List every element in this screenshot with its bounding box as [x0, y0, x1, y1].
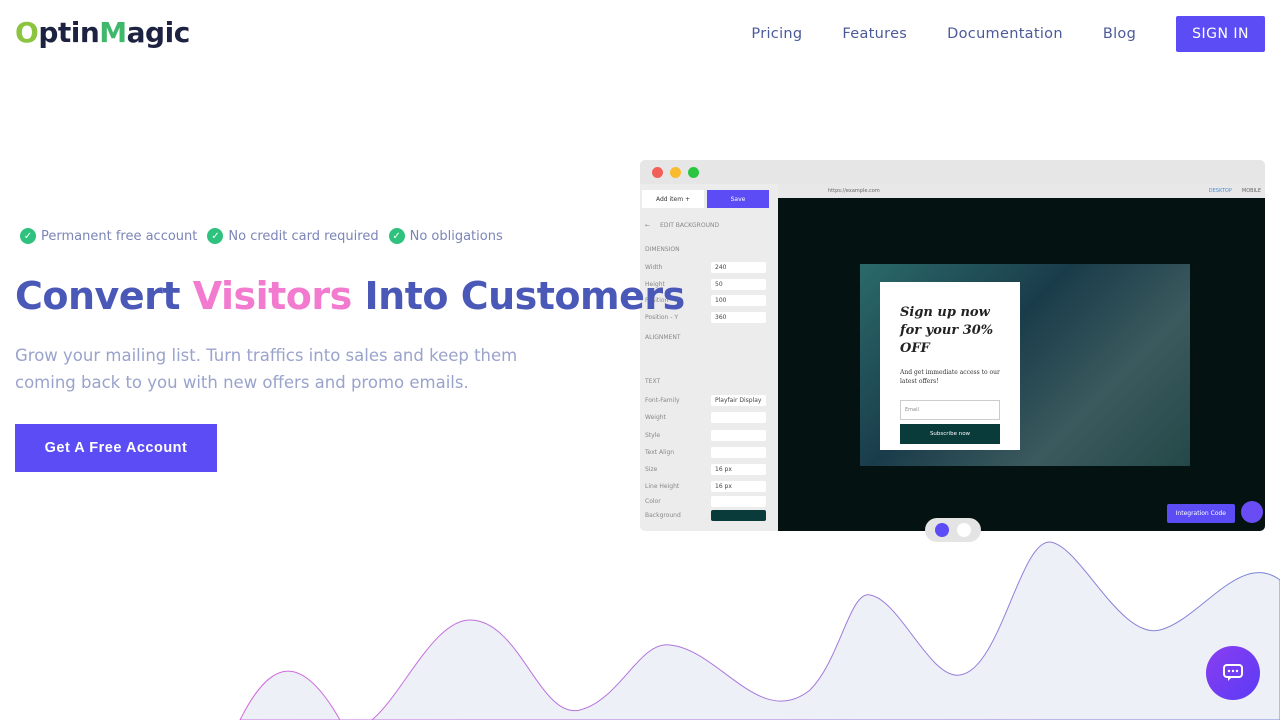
demo-preview: Add item + Save ← EDIT BACKGROUND DIMENSI… [640, 160, 1265, 531]
editor-panel: Add item + Save ← EDIT BACKGROUND DIMENSI… [640, 184, 778, 531]
hero-title: Convert Visitors Into Customers [15, 274, 685, 318]
check-icon: ✓ [207, 228, 224, 244]
main-nav: Pricing Features Documentation Blog SIGN… [751, 16, 1265, 52]
browser-bar: https://example.com DESKTOP MOBILE [778, 184, 1265, 198]
email-field: Email [900, 400, 1000, 420]
get-free-account-button[interactable]: Get A Free Account [15, 424, 217, 472]
popup-background-image: Sign up now for your 30% OFF And get imm… [860, 264, 1190, 466]
subscribe-button: Subscribe now [900, 424, 1000, 444]
badge: ✓ No obligations [388, 228, 503, 244]
sign-in-button[interactable]: SIGN IN [1176, 16, 1265, 52]
nav-documentation[interactable]: Documentation [947, 26, 1063, 42]
badge: ✓ Permanent free account [20, 228, 197, 244]
nav-blog[interactable]: Blog [1103, 26, 1136, 42]
signup-popup: Sign up now for your 30% OFF And get imm… [880, 282, 1020, 450]
chat-icon [1223, 664, 1243, 681]
wave-decoration [239, 541, 1280, 720]
badge: ✓ No credit card required [207, 228, 379, 244]
add-item-button: Add item + [642, 190, 704, 208]
feature-badges: ✓ Permanent free account ✓ No credit card … [20, 228, 513, 244]
nav-features[interactable]: Features [842, 26, 907, 42]
chat-button[interactable] [1206, 646, 1260, 700]
check-icon: ✓ [20, 228, 36, 244]
hero-subtitle: Grow your mailing list. Turn traffics in… [15, 346, 518, 392]
preview-area: https://example.com DESKTOP MOBILE Sign up… [778, 184, 1265, 531]
save-button: Save [707, 190, 769, 208]
logo[interactable]: OptinMagic [15, 16, 190, 49]
window-controls [652, 167, 706, 178]
check-icon: ✓ [388, 228, 405, 244]
nav-pricing[interactable]: Pricing [751, 26, 802, 42]
